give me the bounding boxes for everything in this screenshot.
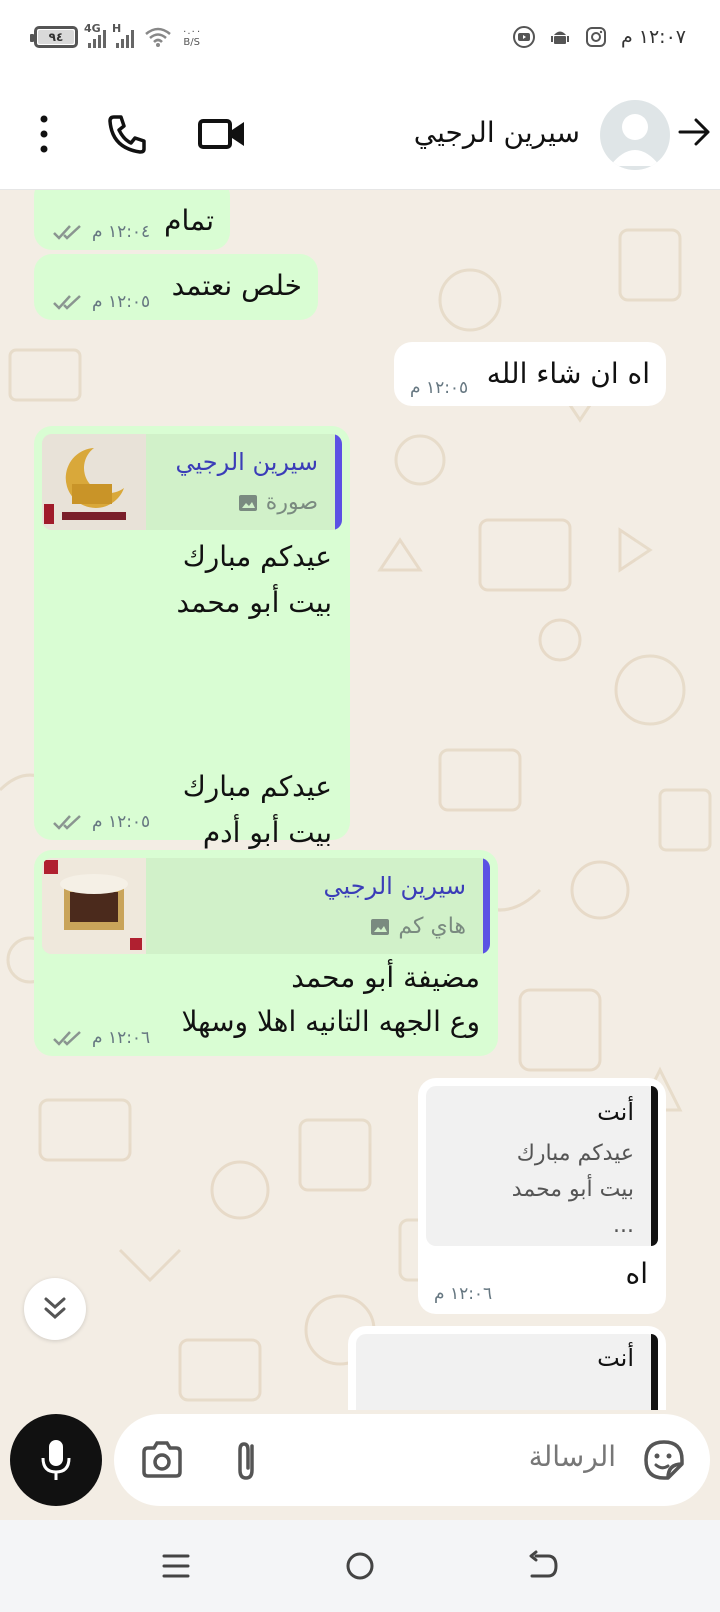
message-outgoing[interactable]: اه ان شاء الله ١٢:٠٥ م — [394, 342, 666, 406]
contact-name[interactable]: سيرين الرجيي — [414, 116, 580, 149]
quoted-message[interactable]: سيرين الرجيي صورة — [42, 434, 342, 530]
image-icon — [238, 494, 257, 511]
read-ticks-icon — [53, 815, 81, 830]
chat-area[interactable]: تمام ١٢:٠٤ م خلص نعتمد ١٢:٠٥ م اه ان شاء… — [0, 190, 720, 1422]
image-icon — [371, 918, 390, 935]
quoted-sender-name: سيرين الرجيي — [175, 448, 318, 476]
message-incoming[interactable]: خلص نعتمد ١٢:٠٥ م — [34, 254, 318, 320]
message-meta: ١٢:٠٦ م — [52, 1028, 150, 1048]
home-icon[interactable] — [342, 1548, 378, 1584]
message-outgoing-reply[interactable]: أنت — [348, 1326, 666, 1422]
message-time: ١٢:٠٥ م — [410, 378, 469, 398]
quoted-text: عيدكم مبارك بيت أبو محمد ... — [511, 1141, 634, 1238]
back-icon[interactable] — [524, 1548, 560, 1584]
message-incoming-reply[interactable]: سيرين الرجيي هاي كم مضيفة أبو محمد وع ال… — [34, 850, 498, 1056]
quoted-caption: هاي كم — [370, 914, 466, 939]
read-ticks-icon — [53, 295, 81, 310]
sticker-icon[interactable] — [640, 1436, 688, 1484]
default-avatar-icon — [610, 114, 660, 166]
message-meta: ١٢:٠٦ م — [434, 1284, 492, 1304]
message-outgoing-reply[interactable]: أنت عيدكم مبارك بيت أبو محمد ... اه ١٢:٠… — [418, 1078, 666, 1314]
android-icon — [550, 31, 569, 44]
clock: ١٢:٠٧ م — [620, 26, 686, 48]
quoted-image-thumbnail — [42, 434, 146, 530]
message-time: ١٢:٠٥ م — [92, 292, 151, 312]
signal-4g-icon: 4G — [84, 22, 106, 48]
battery-icon: ٩٤ — [30, 26, 78, 48]
double-chevron-down-icon — [44, 1297, 66, 1320]
more-options-icon[interactable] — [22, 112, 66, 156]
status-bar: ٩٤ 4G H ٠.٠٠ B/S ١٢:٠٧ م — [0, 0, 720, 80]
message-field[interactable]: الرسالة — [114, 1414, 710, 1506]
quoted-image-thumbnail — [42, 858, 146, 954]
message-text: عيدكم مبارك بيت أبو محمد عيدكم مبارك بيت… — [176, 540, 332, 849]
quoted-sender-name: أنت — [597, 1098, 634, 1126]
message-placeholder: الرسالة — [528, 1440, 616, 1473]
quoted-message[interactable]: سيرين الرجيي هاي كم — [42, 858, 490, 954]
wifi-icon — [145, 27, 171, 47]
microphone-icon — [41, 1440, 71, 1480]
signal-h-icon: H — [112, 22, 134, 48]
message-incoming-reply[interactable]: سيرين الرجيي صورة عيدكم مبارك بيت أبو مح… — [34, 426, 350, 849]
message-input-bar: الرسالة — [0, 1410, 720, 1520]
recent-apps-icon[interactable] — [158, 1548, 194, 1584]
attachment-icon[interactable] — [222, 1436, 270, 1484]
camera-icon[interactable] — [138, 1436, 186, 1484]
message-time: ١٢:٠٥ م — [92, 812, 151, 832]
battery-level: ٩٤ — [48, 30, 64, 44]
message-time: ١٢:٠٦ م — [92, 1028, 151, 1048]
message-incoming[interactable]: تمام ١٢:٠٤ م — [34, 190, 230, 250]
system-navigation-bar — [0, 1520, 720, 1612]
read-ticks-icon — [53, 225, 81, 240]
message-meta: ١٢:٠٥ م — [52, 292, 150, 312]
read-ticks-icon — [53, 1031, 81, 1046]
network-speed: ٠.٠٠ B/S — [182, 26, 202, 48]
quoted-sender-name: سيرين الرجيي — [323, 872, 466, 900]
message-meta: ١٢:٠٥ م — [410, 378, 468, 398]
instagram-icon — [585, 27, 606, 47]
message-time: ١٢:٠٦ م — [434, 1284, 493, 1304]
contact-avatar[interactable] — [600, 100, 670, 170]
message-meta: ١٢:٠٥ م — [52, 812, 150, 832]
back-arrow-icon[interactable] — [676, 114, 712, 150]
scroll-to-bottom-button[interactable] — [24, 1278, 86, 1340]
quoted-message[interactable]: أنت — [356, 1334, 658, 1422]
voice-call-icon[interactable] — [104, 112, 148, 156]
quoted-message[interactable]: أنت عيدكم مبارك بيت أبو محمد ... — [426, 1086, 658, 1246]
message-time: ١٢:٠٤ م — [92, 222, 151, 242]
voice-record-button[interactable] — [10, 1414, 102, 1506]
chat-header: سيرين الرجيي — [0, 80, 720, 190]
youtube-icon — [512, 26, 535, 48]
video-call-icon[interactable] — [196, 112, 248, 156]
message-meta: ١٢:٠٤ م — [52, 222, 150, 242]
quoted-sender-name: أنت — [597, 1344, 634, 1372]
quoted-caption: صورة — [238, 490, 318, 515]
